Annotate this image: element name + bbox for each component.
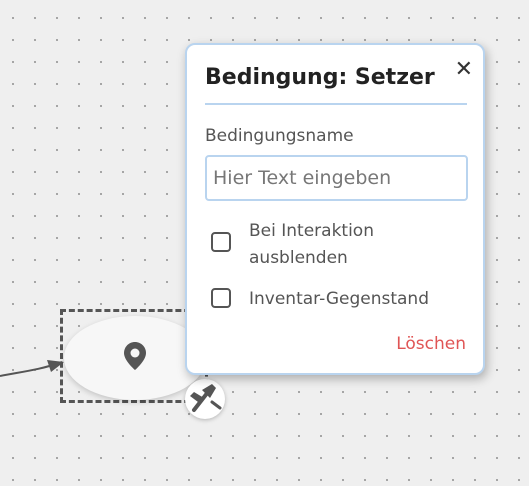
hide-on-interaction-checkbox-row[interactable]: Bei Interaktion ausblenden <box>211 218 449 272</box>
close-icon[interactable]: ✕ <box>455 59 473 81</box>
popup-title: Bedingung: Setzer <box>205 65 435 90</box>
delete-button[interactable]: Löschen <box>396 334 466 354</box>
inventory-item-checkbox[interactable] <box>211 288 231 308</box>
title-divider <box>205 103 467 105</box>
hide-on-interaction-label: Bei Interaktion ausblenden <box>249 221 374 268</box>
condition-setter-popup: Bedingung: Setzer ✕ Bedingungsname Bei I… <box>185 43 485 375</box>
hammer-wrench-icon <box>188 380 222 418</box>
inventory-item-checkbox-row[interactable]: Inventar-Gegenstand <box>211 286 449 313</box>
node-tool-badge[interactable] <box>185 379 225 419</box>
hide-on-interaction-checkbox[interactable] <box>211 232 231 252</box>
condition-name-input[interactable] <box>205 155 468 201</box>
map-pin-icon <box>123 341 147 375</box>
condition-name-label: Bedingungsname <box>205 126 354 146</box>
graph-canvas[interactable]: Bedingung: Setzer ✕ Bedingungsname Bei I… <box>0 0 529 486</box>
inventory-item-label: Inventar-Gegenstand <box>249 289 429 309</box>
